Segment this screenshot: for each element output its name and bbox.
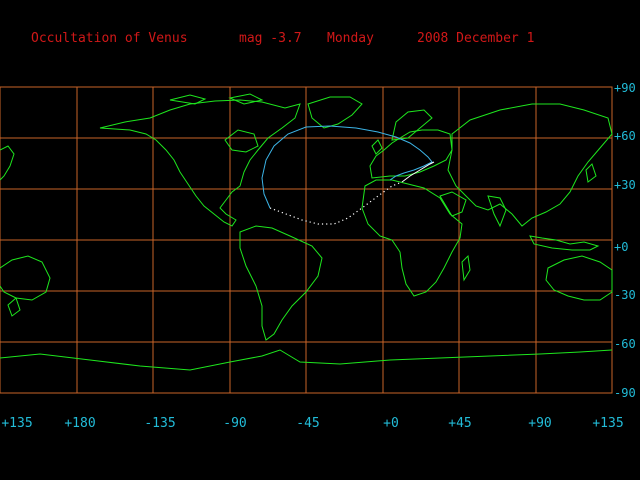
lat-label-minus-90: -90 — [614, 386, 636, 400]
lon-label-minus-90: -90 — [223, 416, 247, 431]
madagascar-coastline — [461, 254, 471, 282]
australia-coastline — [545, 255, 613, 301]
lon-label-plus-180: +180 — [64, 416, 96, 431]
scandinavia-coastline — [391, 109, 433, 141]
lon-label-plus-45: +45 — [448, 416, 472, 431]
greenland-coastline — [307, 96, 363, 129]
west-edge-asia-coastline — [0, 145, 15, 181]
lon-label-zero: +0 — [383, 416, 399, 431]
lat-label-minus-30: -30 — [614, 288, 636, 302]
lon-label-plus-135-east: +135 — [592, 416, 624, 431]
lat-label-plus-90: +90 — [614, 81, 636, 95]
lat-label-zero: +0 — [614, 240, 629, 254]
occultation-track-dotted — [269, 181, 403, 225]
lat-label-plus-60: +60 — [614, 129, 636, 143]
lat-label-plus-30: +30 — [614, 178, 636, 192]
arctic-islands-coastline — [169, 93, 264, 105]
map-grid — [0, 86, 613, 394]
lon-label-plus-135-west: +135 — [1, 416, 33, 431]
lon-label-plus-90: +90 — [528, 416, 552, 431]
british-isles-coastline — [371, 139, 383, 155]
lat-label-minus-60: -60 — [614, 337, 636, 351]
africa-coastline — [361, 179, 463, 297]
australia-west-coastline — [0, 255, 51, 301]
lon-label-minus-135: -135 — [144, 416, 176, 431]
japan-coastline — [585, 163, 597, 183]
new-zealand-coastline — [7, 297, 21, 317]
indonesia-coastline — [529, 235, 600, 251]
india-coastline — [487, 195, 507, 228]
south-america-coastline — [239, 225, 323, 341]
lon-label-minus-45: -45 — [296, 416, 320, 431]
asia-coastline — [447, 103, 613, 227]
world-map — [0, 86, 613, 394]
